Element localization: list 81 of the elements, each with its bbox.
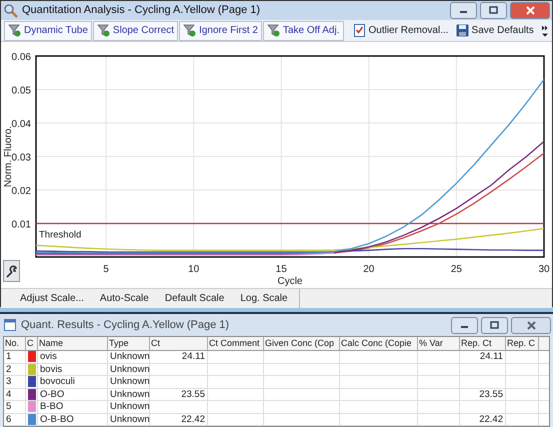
table-cell: Unknown (110, 364, 150, 374)
table-cell: Unknown (110, 414, 150, 424)
column-header[interactable]: Rep. C (506, 337, 539, 350)
toolbar-button[interactable]: Take Off Adj. (262, 20, 344, 40)
wrench-button[interactable] (3, 260, 20, 282)
table-cell: 2 (6, 364, 12, 374)
x-tick-label: 25 (450, 264, 462, 275)
column-header[interactable]: Ct (150, 337, 208, 350)
y-tick-label: 0.05 (12, 86, 31, 96)
maximize-button[interactable] (480, 2, 507, 19)
minimize-button[interactable] (450, 2, 477, 19)
y-tick-label: 0.01 (12, 220, 31, 230)
window-title: Quantitation Analysis - Cycling A.Yellow (Page 1) (22, 3, 260, 18)
table-cell: O-B-BO (40, 414, 74, 424)
table-cell: Unknown (110, 388, 150, 400)
column-header[interactable]: Rep. Ct (460, 337, 506, 350)
y-tick-label: 0.06 (12, 52, 31, 63)
minimize-button[interactable] (451, 316, 478, 334)
y-tick-label: 0.03 (12, 152, 31, 164)
column-header[interactable]: Type (108, 337, 150, 350)
table-cell: 23.55 (479, 388, 503, 400)
table-cell: 5 (6, 401, 12, 412)
toolbar-button[interactable]: Save Defaults (452, 20, 537, 40)
table-cell: Unknown (110, 401, 150, 412)
toolbar-button[interactable]: Dynamic Tube (4, 20, 92, 40)
table-cell: 6 (6, 414, 12, 424)
table-cell: 1 (6, 351, 12, 362)
x-tick-label: 20 (363, 264, 374, 275)
column-header[interactable]: Name (38, 337, 108, 350)
table-cell: 23.55 (181, 388, 205, 400)
maximize-button[interactable] (481, 316, 508, 334)
column-header[interactable]: C (26, 337, 38, 350)
window-title: Quant. Results - Cycling A.Yellow (Page 1) (21, 318, 230, 333)
toolbar-button[interactable]: Ignore First 2 (179, 20, 262, 40)
column-header[interactable]: Calc Conc (Copie (340, 337, 418, 350)
table-cell: ovis (40, 351, 57, 362)
table-cell: bovoculi (40, 376, 75, 387)
scale-button[interactable]: Auto-Scale (94, 290, 154, 308)
y-tick-label: 0.02 (12, 186, 31, 197)
table-cell: 22.42 (181, 414, 205, 424)
magnifier-icon (4, 4, 18, 18)
close-button[interactable] (510, 2, 550, 19)
close-button[interactable] (511, 316, 551, 334)
window-icon (4, 319, 16, 331)
funnel-icon (8, 24, 21, 37)
x-axis-title: Cycle (278, 276, 302, 287)
x-tick-label: 30 (538, 264, 550, 275)
close-icon (524, 6, 536, 15)
scale-button[interactable]: Log. Scale (235, 290, 293, 308)
funnel-icon (183, 24, 196, 37)
table-cell: 4 (6, 388, 12, 400)
overflow-chevron-icon[interactable] (541, 24, 549, 38)
table-cell: bovis (40, 364, 62, 374)
close-icon (526, 320, 536, 330)
x-tick-label: 10 (188, 264, 200, 275)
toolbar-button[interactable]: Outlier Removal... (350, 20, 452, 40)
table-cell: Unknown (110, 376, 150, 387)
funnel-icon (96, 24, 110, 37)
table-cell: O-BO (40, 388, 64, 400)
threshold-label: Threshold (39, 230, 82, 240)
table-cell: Unknown (110, 351, 150, 362)
table-cell: B-BO (40, 401, 64, 412)
maximize-icon (489, 320, 500, 330)
x-tick-label: 15 (276, 264, 287, 275)
column-header[interactable]: Ct Comment (208, 337, 264, 350)
toolbar-button[interactable]: Slope Correct (92, 20, 178, 40)
y-tick-label: 0.04 (12, 119, 31, 130)
funnel-icon (266, 24, 280, 37)
column-header[interactable]: % Var (418, 337, 460, 350)
table-cell: 3 (6, 376, 12, 387)
scale-button[interactable]: Adjust Scale... (15, 290, 89, 308)
table-cell: 22.42 (479, 414, 503, 424)
wrench-icon (5, 264, 18, 278)
x-tick-label: 5 (103, 264, 109, 275)
scale-button[interactable]: Default Scale (160, 290, 230, 308)
checklist-icon (352, 24, 366, 37)
column-header[interactable]: No. (4, 337, 26, 350)
maximize-icon (488, 6, 499, 15)
table-cell: 24.11 (480, 351, 503, 362)
column-header[interactable]: Given Conc (Cop (264, 337, 340, 350)
table-cell: 24.11 (182, 351, 205, 362)
